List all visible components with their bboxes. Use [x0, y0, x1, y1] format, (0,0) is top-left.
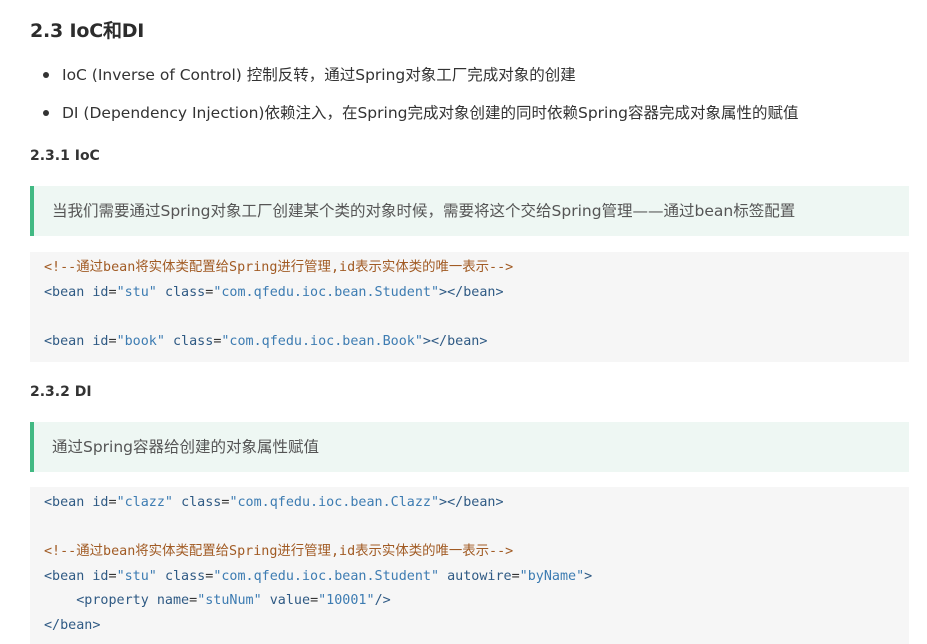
attr-name: class: [173, 333, 214, 349]
tag-close: >: [584, 568, 593, 584]
di-code-block: <bean id="clazz" class="com.qfedu.ioc.be…: [30, 487, 909, 644]
section-title: 2.3 IoC和DI: [30, 20, 145, 42]
equals-sign: =: [511, 568, 520, 584]
code-line: <bean id="book" class="com.qfedu.ioc.bea…: [44, 330, 909, 355]
ioc-blockquote: 当我们需要通过Spring对象工厂创建某个类的对象时候，需要将这个交给Sprin…: [30, 186, 909, 236]
code-line: <!--通过bean将实体类配置给Spring进行管理,id表示实体类的唯一表示…: [44, 256, 909, 281]
tag-open: <bean: [44, 568, 85, 584]
attr-name: value: [269, 593, 311, 609]
equals-sign: =: [310, 593, 319, 609]
attr-value: "book": [116, 333, 165, 349]
list-item: IoC (Inverse of Control) 控制反转，通过Spring对象…: [30, 60, 910, 98]
ioc-code-block: <!--通过bean将实体类配置给Spring进行管理,id表示实体类的唯一表示…: [30, 252, 909, 362]
code-comment: <!--通过bean将实体类配置给Spring进行管理,id表示实体类的唯一表示…: [44, 260, 514, 275]
attr-name: class: [164, 284, 206, 300]
equals-sign: =: [108, 333, 117, 349]
bullet-icon: [43, 72, 49, 78]
definition-list: IoC (Inverse of Control) 控制反转，通过Spring对象…: [30, 60, 910, 136]
attr-value: "byName": [519, 568, 585, 584]
attr-value: "com.qfedu.ioc.bean.Student": [213, 568, 440, 584]
attr-value: "10001": [318, 593, 375, 609]
tag-close: />: [374, 593, 391, 609]
attr-value: "com.qfedu.ioc.bean.Student": [213, 284, 440, 300]
ioc-definition: IoC (Inverse of Control) 控制反转，通过Spring对象…: [62, 66, 576, 84]
tag-close: ></bean>: [439, 495, 504, 510]
tag-open: <property: [76, 593, 149, 609]
code-line: <bean id="clazz" class="com.qfedu.ioc.be…: [44, 491, 909, 516]
attr-name: id: [92, 284, 109, 300]
code-line: <!--通过bean将实体类配置给Spring进行管理,id表示实体类的唯一表示…: [44, 540, 909, 565]
ioc-heading: 2.3.1 IoC: [30, 148, 100, 164]
attr-name: name: [156, 593, 190, 609]
code-line: <property name="stuNum" value="10001"/>: [44, 589, 909, 614]
tag-end: </bean>: [44, 617, 101, 633]
di-heading: 2.3.2 DI: [30, 384, 92, 400]
attr-name: id: [92, 568, 109, 584]
code-line: <bean id="stu" class="com.qfedu.ioc.bean…: [44, 281, 909, 306]
attr-value: "com.qfedu.ioc.bean.Book": [221, 333, 423, 349]
attr-name: id: [92, 495, 109, 510]
tag-open: <bean: [44, 333, 85, 349]
attr-name: class: [164, 568, 206, 584]
bullet-icon: [43, 110, 49, 116]
tag-close: ></bean>: [439, 284, 504, 300]
attr-name: id: [92, 333, 109, 349]
attr-name: class: [181, 495, 222, 510]
code-line: </bean>: [44, 614, 909, 639]
attr-value: "com.qfedu.ioc.bean.Clazz": [229, 495, 440, 510]
tag-open: <bean: [44, 495, 85, 510]
equals-sign: =: [189, 593, 198, 609]
attr-value: "stu": [116, 284, 157, 300]
di-blockquote: 通过Spring容器给创建的对象属性赋值: [30, 422, 909, 472]
code-comment: <!--通过bean将实体类配置给Spring进行管理,id表示实体类的唯一表示…: [44, 544, 514, 560]
tag-open: <bean: [44, 284, 85, 300]
attr-value: "stuNum": [197, 593, 262, 609]
code-line: <bean id="stu" class="com.qfedu.ioc.bean…: [44, 565, 909, 590]
attr-value: "clazz": [116, 495, 173, 510]
attr-value: "stu": [116, 568, 157, 584]
attr-name: autowire: [447, 568, 512, 584]
equals-sign: =: [108, 568, 117, 584]
equals-sign: =: [108, 495, 117, 510]
tag-close: ></bean>: [422, 333, 488, 349]
list-item: DI (Dependency Injection)依赖注入，在Spring完成对…: [30, 98, 910, 136]
di-definition: DI (Dependency Injection)依赖注入，在Spring完成对…: [62, 104, 799, 122]
equals-sign: =: [108, 284, 117, 300]
